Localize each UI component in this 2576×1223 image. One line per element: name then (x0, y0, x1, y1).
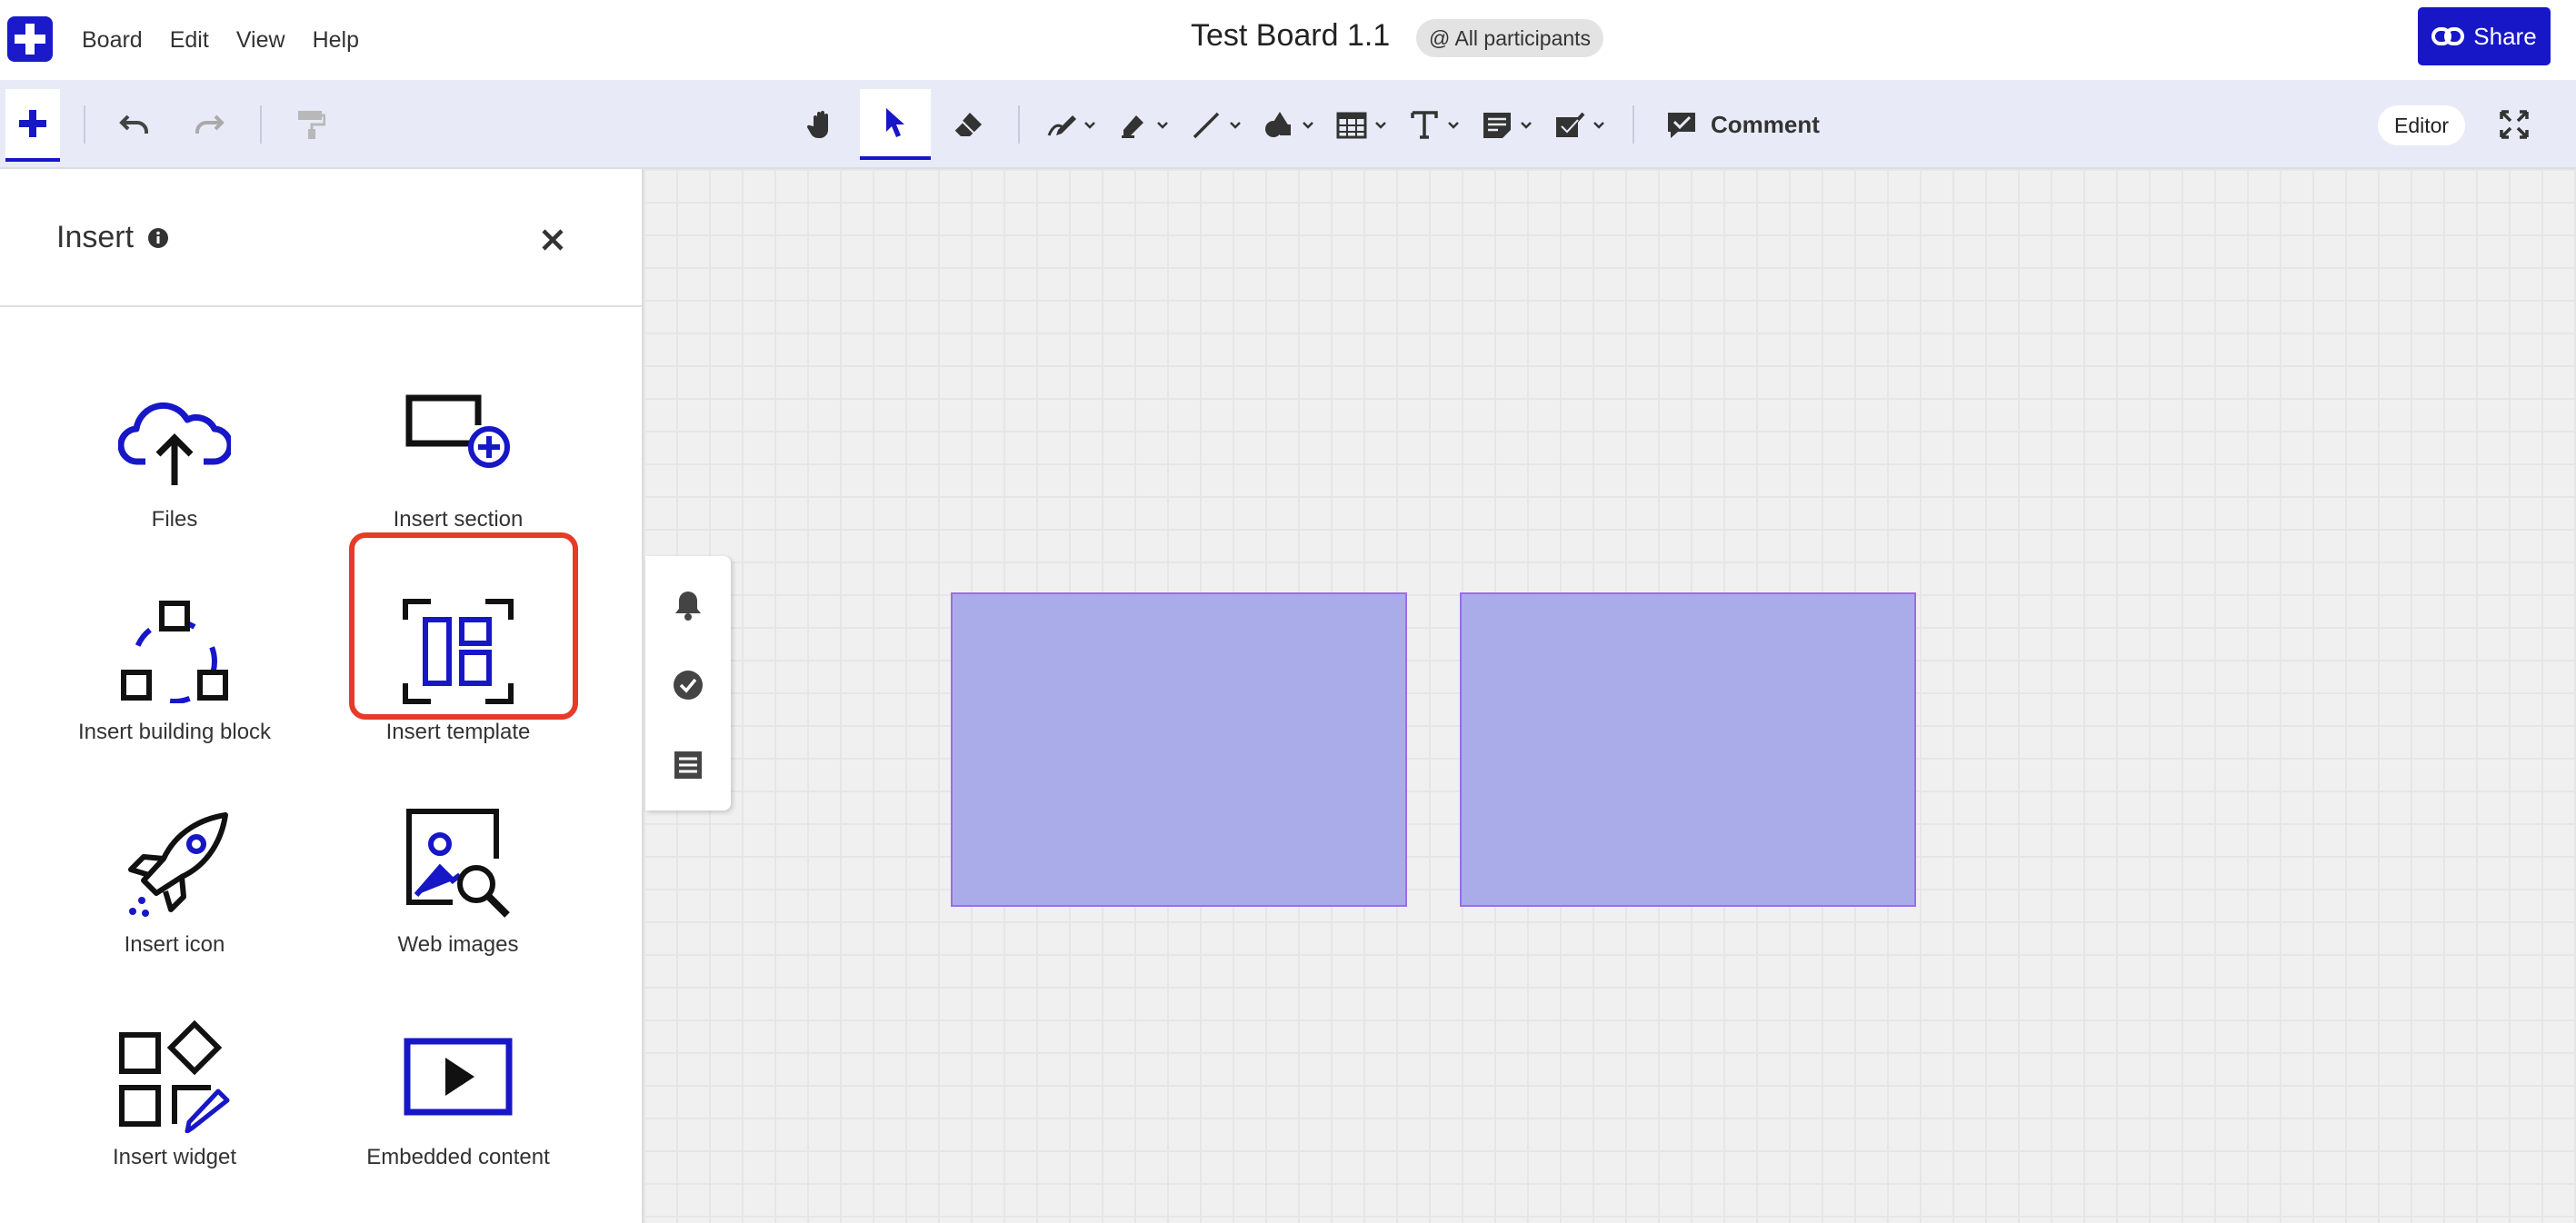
app-logo[interactable] (7, 16, 53, 62)
board-title[interactable]: Test Board 1.1 (1191, 18, 1390, 54)
item-label: Insert section (393, 507, 524, 532)
redo-icon (195, 114, 225, 134)
close-icon (542, 229, 564, 251)
fullscreen-button[interactable] (2494, 89, 2534, 160)
highlighter-icon (1122, 115, 1168, 138)
menu-help[interactable]: Help (313, 27, 359, 54)
text-icon (1411, 111, 1459, 139)
image-search-icon (406, 809, 510, 918)
link-icon (2431, 27, 2465, 45)
menu-edit[interactable]: Edit (170, 27, 209, 54)
item-label: Insert widget (112, 1145, 237, 1169)
insert-item-building-block[interactable]: Insert building block (56, 592, 293, 783)
plus-icon (19, 110, 46, 137)
toolbar-divider (1018, 105, 1020, 144)
rectangle-shape[interactable] (1460, 592, 1916, 907)
item-label: Insert building block (77, 720, 272, 744)
toolbar-divider (84, 105, 85, 144)
check-circle-icon (674, 671, 703, 700)
list-button[interactable] (670, 747, 706, 783)
play-icon (404, 1038, 513, 1116)
list-icon (674, 751, 702, 779)
format-painter-button[interactable] (291, 89, 331, 160)
menu-view[interactable]: View (236, 27, 285, 54)
highlighter-tool[interactable] (1114, 89, 1174, 160)
rectangle-shape[interactable] (951, 592, 1407, 907)
sticky-note-tool[interactable] (1478, 89, 1538, 160)
participants-badge[interactable]: @ All participants (1416, 19, 1604, 57)
widget-icon (119, 1020, 230, 1133)
redo-button[interactable] (189, 89, 229, 160)
side-rail (645, 556, 731, 810)
comment-button[interactable]: Comment (1665, 89, 1820, 160)
cross-logo-icon (15, 24, 45, 55)
sticky-note-icon (1483, 113, 1532, 138)
eraser-tool[interactable] (945, 89, 991, 160)
tasks-button[interactable] (670, 667, 706, 703)
panel-title: Insert (56, 220, 135, 254)
info-icon[interactable] (147, 227, 169, 249)
board-canvas[interactable] (644, 169, 2576, 1223)
menu-board[interactable]: Board (82, 27, 143, 54)
item-label: Files (151, 507, 198, 532)
pointer-icon (886, 108, 904, 137)
item-label: Web images (397, 932, 519, 957)
insert-item-files[interactable]: Files (56, 380, 293, 571)
panel-header: Insert (0, 169, 642, 307)
fullscreen-icon (2500, 110, 2529, 139)
share-button[interactable]: Share (2418, 7, 2551, 65)
top-bar: Board Edit View Help Test Board 1.1 @ Al… (0, 0, 2576, 80)
share-label: Share (2473, 22, 2537, 50)
rocket-icon (128, 812, 228, 917)
line-icon (1193, 112, 1241, 139)
text-tool[interactable] (1405, 89, 1465, 160)
insert-item-web-images[interactable]: Web images (340, 805, 576, 996)
pen-icon (1047, 115, 1095, 136)
notifications-button[interactable] (670, 587, 706, 623)
bell-icon (675, 592, 701, 621)
close-panel-button[interactable] (534, 222, 571, 258)
undo-button[interactable] (115, 89, 155, 160)
cloud-upload-icon (118, 402, 231, 485)
building-block-icon (121, 601, 228, 703)
undo-icon (119, 114, 148, 134)
menu-bar: Board Edit View Help (82, 0, 359, 80)
insert-toggle-button[interactable] (5, 89, 60, 162)
template-icon (403, 599, 514, 704)
select-tool[interactable] (860, 89, 931, 160)
table-tool[interactable] (1333, 89, 1393, 160)
line-tool[interactable] (1187, 89, 1247, 160)
insert-panel: Insert Files Insert section Insert build… (0, 169, 644, 1223)
insert-item-embedded-content[interactable]: Embedded content (340, 1018, 576, 1208)
shapes-tool[interactable] (1260, 89, 1320, 160)
shapes-icon (1265, 112, 1313, 137)
item-label: Embedded content (366, 1145, 550, 1169)
paint-roller-icon (298, 111, 325, 139)
section-add-icon (405, 394, 510, 468)
toolbar-divider (1632, 105, 1634, 144)
comment-icon (1668, 113, 1695, 138)
pen-tool[interactable] (1042, 89, 1102, 160)
insert-item-widget[interactable]: Insert widget (56, 1018, 293, 1208)
insert-item-section[interactable]: Insert section (340, 380, 576, 571)
item-label: Insert template (385, 720, 531, 744)
hand-icon (806, 111, 828, 138)
hand-tool[interactable] (800, 89, 845, 160)
item-label: Insert icon (124, 932, 225, 957)
vote-icon (1556, 112, 1604, 137)
comment-label: Comment (1711, 110, 1820, 138)
eraser-icon (954, 113, 982, 136)
insert-item-icon[interactable]: Insert icon (56, 805, 293, 996)
toolbar-divider (260, 105, 262, 144)
role-badge[interactable]: Editor (2378, 105, 2466, 145)
insert-item-template[interactable]: Insert template (340, 592, 576, 783)
toolbar: Comment Editor (0, 80, 2576, 169)
vote-tool[interactable] (1551, 89, 1611, 160)
table-icon (1336, 112, 1386, 139)
